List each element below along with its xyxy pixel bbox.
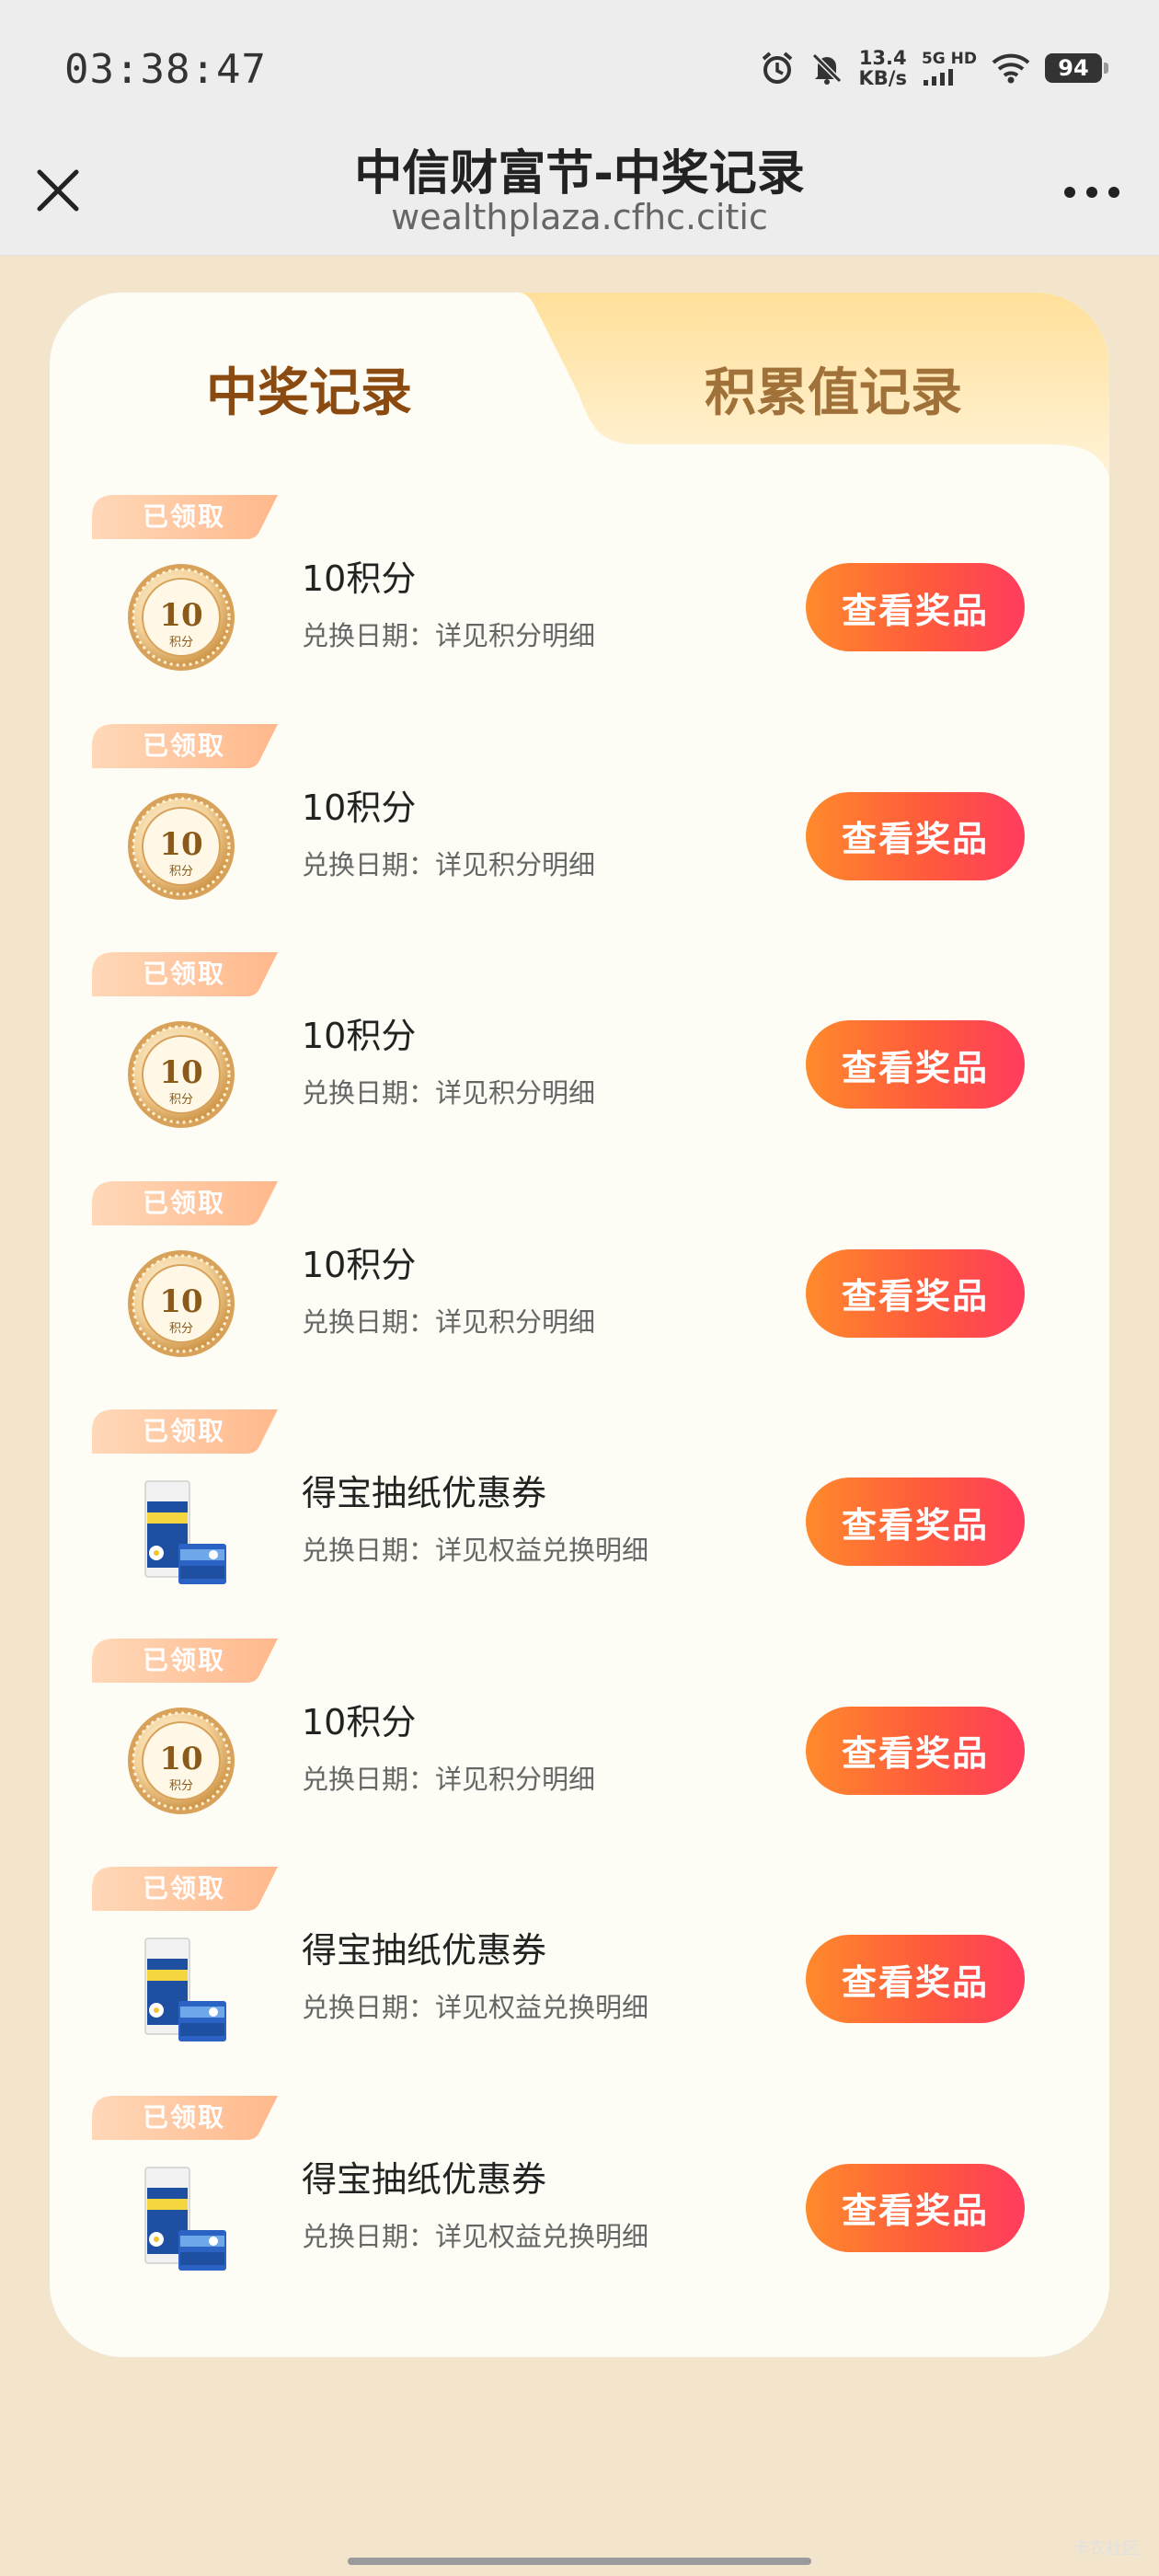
record-list: 已领取 10 积分 10积分 兑换日期：详见积分明细 查看奖品 已领取 10 积… <box>50 495 1109 2324</box>
record-date: 兑换日期：详见积分明细 <box>302 1763 596 1795</box>
more-icon <box>1064 187 1119 198</box>
record-title: 得宝抽纸优惠券 <box>302 1473 547 1513</box>
coin-unit: 积分 <box>169 636 193 650</box>
record-date: 兑换日期：详见积分明细 <box>302 1077 596 1109</box>
clock: 03:38:47 <box>64 46 267 93</box>
tissue-pack-icon <box>144 1938 226 2041</box>
view-prize-button[interactable]: 查看奖品 <box>806 791 1025 880</box>
status-badge: 已领取 <box>142 2101 225 2133</box>
page-title: 中信财富节-中奖记录 <box>354 146 805 201</box>
coin-icon: 10 积分 <box>128 1249 235 1357</box>
home-indicator[interactable] <box>348 2558 811 2565</box>
record-item: 已领取 得宝抽纸优惠券 兑换日期：详见权益兑换明细 查看奖品 <box>50 1867 1109 2096</box>
view-prize-button[interactable]: 查看奖品 <box>806 1478 1025 1566</box>
battery-icon: 94 <box>1045 53 1108 83</box>
coin-value: 10 <box>159 597 202 634</box>
record-date: 兑换日期：详见权益兑换明细 <box>302 2220 649 2252</box>
record-title: 得宝抽纸优惠券 <box>302 2158 547 2200</box>
records-card: 中奖记录 积累值记录 已领取 10 积分 10积分 兑换日期：详见积分明细 查看… <box>50 293 1109 2357</box>
coin-value: 10 <box>159 1283 202 1320</box>
record-date: 兑换日期：详见积分明细 <box>302 620 596 651</box>
status-badge: 已领取 <box>142 501 225 532</box>
status-bar: 03:38:47 13.4 KB/s 5G HD 94 <box>0 0 1159 138</box>
record-date: 兑换日期：详见积分明细 <box>302 1305 596 1338</box>
view-prize-button[interactable]: 查看奖品 <box>806 1020 1025 1109</box>
coin-icon: 10 积分 <box>128 564 235 671</box>
tab-bar: 中奖记录 积累值记录 <box>50 293 1109 477</box>
record-title: 10积分 <box>302 787 417 828</box>
coin-value: 10 <box>159 1054 202 1091</box>
record-item: 已领取 10 积分 10积分 兑换日期：详见积分明细 查看奖品 <box>50 1180 1109 1410</box>
status-badge: 已领取 <box>142 730 225 761</box>
view-prize-button[interactable]: 查看奖品 <box>806 1248 1025 1338</box>
coin-value: 10 <box>159 826 202 863</box>
tab-accumulated-records[interactable]: 积累值记录 <box>705 351 962 426</box>
net-speed: 13.4 KB/s <box>858 47 907 89</box>
coin-icon: 10 积分 <box>128 792 235 900</box>
mute-bell-icon <box>809 51 844 86</box>
coin-value: 10 <box>159 1741 202 1777</box>
record-title: 得宝抽纸优惠券 <box>302 1930 547 1971</box>
status-badge: 已领取 <box>142 959 225 989</box>
record-item: 已领取 得宝抽纸优惠券 兑换日期：详见权益兑换明细 查看奖品 <box>50 1409 1109 1639</box>
tissue-pack-icon <box>144 2166 226 2271</box>
page-url: wealthplaza.cfhc.citic <box>391 197 768 237</box>
record-item: 已领取 10 积分 10积分 兑换日期：详见积分明细 查看奖品 <box>50 1638 1109 1868</box>
status-icons: 13.4 KB/s 5G HD 94 <box>760 47 1108 89</box>
record-title: 10积分 <box>302 1244 417 1285</box>
status-badge: 已领取 <box>142 1416 225 1446</box>
coin-unit: 积分 <box>169 1779 193 1793</box>
record-date: 兑换日期：详见权益兑换明细 <box>302 1992 649 2023</box>
status-badge: 已领取 <box>142 1187 225 1218</box>
coin-unit: 积分 <box>169 1322 193 1336</box>
record-title: 10积分 <box>302 558 417 599</box>
wifi-icon <box>992 52 1030 84</box>
coin-icon: 10 积分 <box>128 1707 235 1814</box>
more-button[interactable] <box>1050 160 1133 224</box>
view-prize-button[interactable]: 查看奖品 <box>806 563 1025 651</box>
view-prize-button[interactable]: 查看奖品 <box>806 1935 1025 2023</box>
record-item: 已领取 10 积分 10积分 兑换日期：详见积分明细 查看奖品 <box>50 495 1109 724</box>
coin-icon: 10 积分 <box>128 1021 235 1128</box>
alarm-icon <box>760 51 795 86</box>
status-badge: 已领取 <box>142 1644 225 1675</box>
coin-unit: 积分 <box>169 1093 193 1107</box>
tissue-pack-icon <box>144 1480 226 1584</box>
tab-winning-records[interactable]: 中奖记录 <box>206 351 412 426</box>
watermark: 卡农社区 <box>1073 2539 1139 2559</box>
record-date: 兑换日期：详见权益兑换明细 <box>302 1535 649 1566</box>
record-item: 已领取 10 积分 10积分 兑换日期：详见积分明细 查看奖品 <box>50 723 1109 953</box>
record-date: 兑换日期：详见积分明细 <box>302 848 596 880</box>
record-title: 10积分 <box>302 1016 417 1056</box>
coin-unit: 积分 <box>169 865 193 879</box>
title-bar: 中信财富节-中奖记录 wealthplaza.cfhc.citic <box>0 138 1159 256</box>
view-prize-button[interactable]: 查看奖品 <box>806 2163 1025 2252</box>
view-prize-button[interactable]: 查看奖品 <box>806 1706 1025 1795</box>
status-badge: 已领取 <box>142 1873 225 1903</box>
record-item: 已领取 10 积分 10积分 兑换日期：详见积分明细 查看奖品 <box>50 952 1109 1181</box>
cell-signal-icon: 5G HD <box>922 51 977 86</box>
record-item: 已领取 得宝抽纸优惠券 兑换日期：详见权益兑换明细 查看奖品 <box>50 2095 1109 2325</box>
record-title: 10积分 <box>302 1701 417 1742</box>
